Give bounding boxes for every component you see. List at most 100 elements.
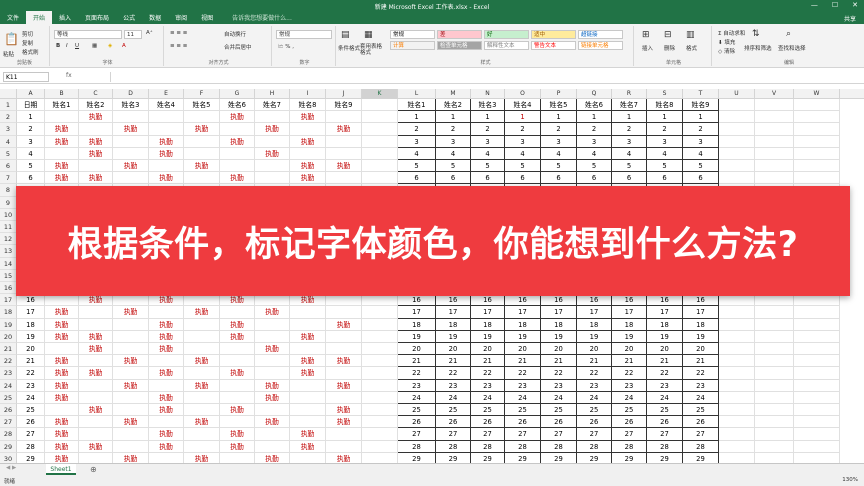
cell-R29[interactable]: 28 (612, 440, 647, 453)
cell-N28[interactable]: 27 (471, 428, 505, 441)
cell-U22[interactable] (719, 355, 755, 368)
format-cells-button[interactable]: 格式 (686, 44, 697, 52)
cell-J6[interactable]: 执勤 (326, 160, 362, 173)
cell-F26[interactable] (184, 404, 220, 417)
cell-T20[interactable]: 19 (683, 330, 719, 343)
cell-E25[interactable]: 执勤 (149, 391, 184, 404)
column-header-G[interactable]: G (220, 89, 255, 99)
cell-Q22[interactable]: 21 (577, 355, 612, 368)
cell-M2[interactable]: 1 (436, 111, 471, 124)
cell-W4[interactable] (794, 135, 840, 148)
cell-C30[interactable] (79, 452, 113, 463)
row-header-2[interactable]: 2 (0, 111, 17, 124)
cell-A22[interactable]: 21 (17, 355, 45, 368)
cell-K18[interactable] (362, 306, 398, 319)
cell-S30[interactable]: 29 (647, 452, 683, 463)
cell-H22[interactable] (255, 355, 290, 368)
cell-D20[interactable] (113, 330, 149, 343)
cell-S6[interactable]: 5 (647, 160, 683, 173)
cell-A6[interactable]: 5 (17, 160, 45, 173)
cell-F29[interactable] (184, 440, 220, 453)
select-all-corner[interactable] (0, 89, 17, 99)
cell-M20[interactable]: 19 (436, 330, 471, 343)
column-header-I[interactable]: I (290, 89, 326, 99)
cell-E22[interactable] (149, 355, 184, 368)
cell-K28[interactable] (362, 428, 398, 441)
fx-icon[interactable]: fx (66, 72, 72, 79)
cell-S20[interactable]: 19 (647, 330, 683, 343)
cell-H25[interactable]: 执勤 (255, 391, 290, 404)
cell-W30[interactable] (794, 452, 840, 463)
cell-H30[interactable]: 执勤 (255, 452, 290, 463)
cell-H1[interactable]: 姓名7 (255, 99, 290, 112)
cell-L23[interactable]: 22 (398, 367, 436, 380)
cell-I4[interactable]: 执勤 (290, 135, 326, 148)
cell-B6[interactable]: 执勤 (45, 160, 79, 173)
cell-C1[interactable]: 姓名2 (79, 99, 113, 112)
cell-P3[interactable]: 2 (541, 123, 577, 136)
cell-G6[interactable] (220, 160, 255, 173)
cell-D18[interactable]: 执勤 (113, 306, 149, 319)
cell-G4[interactable]: 执勤 (220, 135, 255, 148)
cell-H3[interactable]: 执勤 (255, 123, 290, 136)
row-header-13[interactable]: 13 (0, 245, 17, 258)
close-button[interactable]: ✕ (852, 1, 858, 9)
cell-L25[interactable]: 24 (398, 391, 436, 404)
cell-D19[interactable] (113, 318, 149, 331)
cell-O18[interactable]: 17 (505, 306, 541, 319)
cell-M18[interactable]: 17 (436, 306, 471, 319)
cell-style-3[interactable]: 适中 (531, 30, 576, 39)
cell-E30[interactable] (149, 452, 184, 463)
align-top-icon[interactable]: ≡ ≡ ≡ (170, 30, 187, 36)
cell-M5[interactable]: 4 (436, 147, 471, 160)
cell-D29[interactable] (113, 440, 149, 453)
cell-R19[interactable]: 18 (612, 318, 647, 331)
format-painter-button[interactable]: 格式刷 (22, 48, 39, 56)
row-header-14[interactable]: 14 (0, 257, 17, 270)
cell-R30[interactable]: 29 (612, 452, 647, 463)
cell-T27[interactable]: 26 (683, 416, 719, 429)
cell-N5[interactable]: 4 (471, 147, 505, 160)
cell-T28[interactable]: 27 (683, 428, 719, 441)
cell-N25[interactable]: 24 (471, 391, 505, 404)
merge-center-button[interactable]: 合并后居中 (224, 43, 252, 51)
cell-A17[interactable]: 16 (17, 294, 45, 307)
cell-K7[interactable] (362, 172, 398, 185)
cell-style-8[interactable]: 警告文本 (531, 41, 576, 50)
cell-H7[interactable] (255, 172, 290, 185)
cell-E29[interactable]: 执勤 (149, 440, 184, 453)
cell-S19[interactable]: 18 (647, 318, 683, 331)
cell-M23[interactable]: 22 (436, 367, 471, 380)
cell-G22[interactable] (220, 355, 255, 368)
find-select-icon[interactable]: ⌕ (786, 29, 791, 39)
column-header-F[interactable]: F (184, 89, 220, 99)
cell-Q1[interactable]: 姓名6 (577, 99, 612, 112)
cell-C22[interactable] (79, 355, 113, 368)
cell-B23[interactable]: 执勤 (45, 367, 79, 380)
cell-C23[interactable]: 执勤 (79, 367, 113, 380)
cell-K29[interactable] (362, 440, 398, 453)
cell-L19[interactable]: 18 (398, 318, 436, 331)
cell-N29[interactable]: 28 (471, 440, 505, 453)
cell-J1[interactable]: 姓名9 (326, 99, 362, 112)
cell-E4[interactable]: 执勤 (149, 135, 184, 148)
cell-L5[interactable]: 4 (398, 147, 436, 160)
row-header-4[interactable]: 4 (0, 135, 17, 148)
cell-L17[interactable]: 16 (398, 294, 436, 307)
cell-G2[interactable]: 执勤 (220, 111, 255, 124)
cell-S26[interactable]: 25 (647, 404, 683, 417)
cell-O17[interactable]: 16 (505, 294, 541, 307)
cell-C26[interactable]: 执勤 (79, 404, 113, 417)
cell-L28[interactable]: 27 (398, 428, 436, 441)
cell-style-7[interactable]: 解释性文本 (484, 41, 529, 50)
cell-D25[interactable] (113, 391, 149, 404)
cell-S25[interactable]: 24 (647, 391, 683, 404)
cell-O21[interactable]: 20 (505, 343, 541, 356)
name-box[interactable]: K11 (3, 72, 49, 82)
cell-P27[interactable]: 26 (541, 416, 577, 429)
cell-U20[interactable] (719, 330, 755, 343)
row-header-9[interactable]: 9 (0, 196, 17, 209)
cell-R3[interactable]: 2 (612, 123, 647, 136)
column-header-V[interactable]: V (755, 89, 794, 99)
row-header-25[interactable]: 25 (0, 391, 17, 404)
